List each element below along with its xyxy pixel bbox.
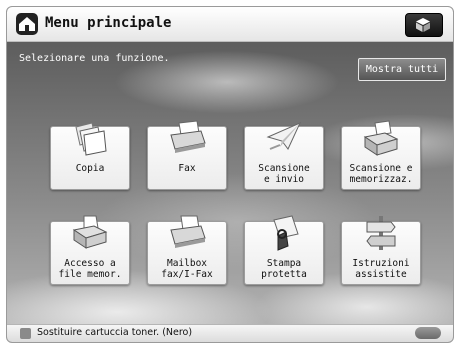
fax-icon [170,120,206,153]
instruction-text: Selezionare una funzione. [19,53,170,64]
fax-mailbox-icon [170,215,206,248]
scan-send-button[interactable]: Scansione e invio [244,122,324,190]
scan-store-icon [363,120,399,156]
title-bar: Menu principale [7,7,453,42]
secure-print-icon [273,215,299,251]
copy-icon [75,122,107,156]
tile-label: Istruzioni assistite [352,258,410,280]
copy-button[interactable]: Copia [50,122,130,190]
status-message: Sostituire cartuccia toner. (Nero) [37,327,193,338]
tile-label: Stampa protetta [261,258,307,280]
toner-warning-icon [20,328,31,339]
stored-files-icon [72,215,108,249]
fax-button[interactable]: Fax [147,120,227,190]
home-icon [16,13,38,35]
guide-signpost-icon [366,216,396,250]
guide-button[interactable]: Istruzioni assistite [341,216,421,285]
fax-mailbox-button[interactable]: Mailbox fax/I-Fax [147,215,227,285]
main-menu-screen: Menu principale Selezionare una funzione… [6,6,454,343]
page-title: Menu principale [45,15,172,31]
scan-send-icon [266,122,302,150]
cube-icon [416,18,430,32]
tile-label: Scansione e invio [258,163,310,185]
tile-label: Mailbox fax/I-Fax [161,258,213,280]
show-all-button[interactable]: Mostra tutti [358,58,446,81]
stored-files-button[interactable]: Accesso a file memor. [50,215,130,285]
status-monitor-button[interactable] [405,13,443,37]
tile-label: Scansione e memorizzaz. [349,163,413,185]
tile-label: Accesso a file memor. [58,258,122,280]
tile-label: Copia [75,163,105,174]
tile-label: Fax [178,163,196,174]
scan-store-button[interactable]: Scansione e memorizzaz. [341,120,421,190]
system-monitor-button[interactable] [415,327,441,339]
status-bar: Sostituire cartuccia toner. (Nero) [7,324,453,342]
secure-print-button[interactable]: Stampa protetta [244,215,324,285]
